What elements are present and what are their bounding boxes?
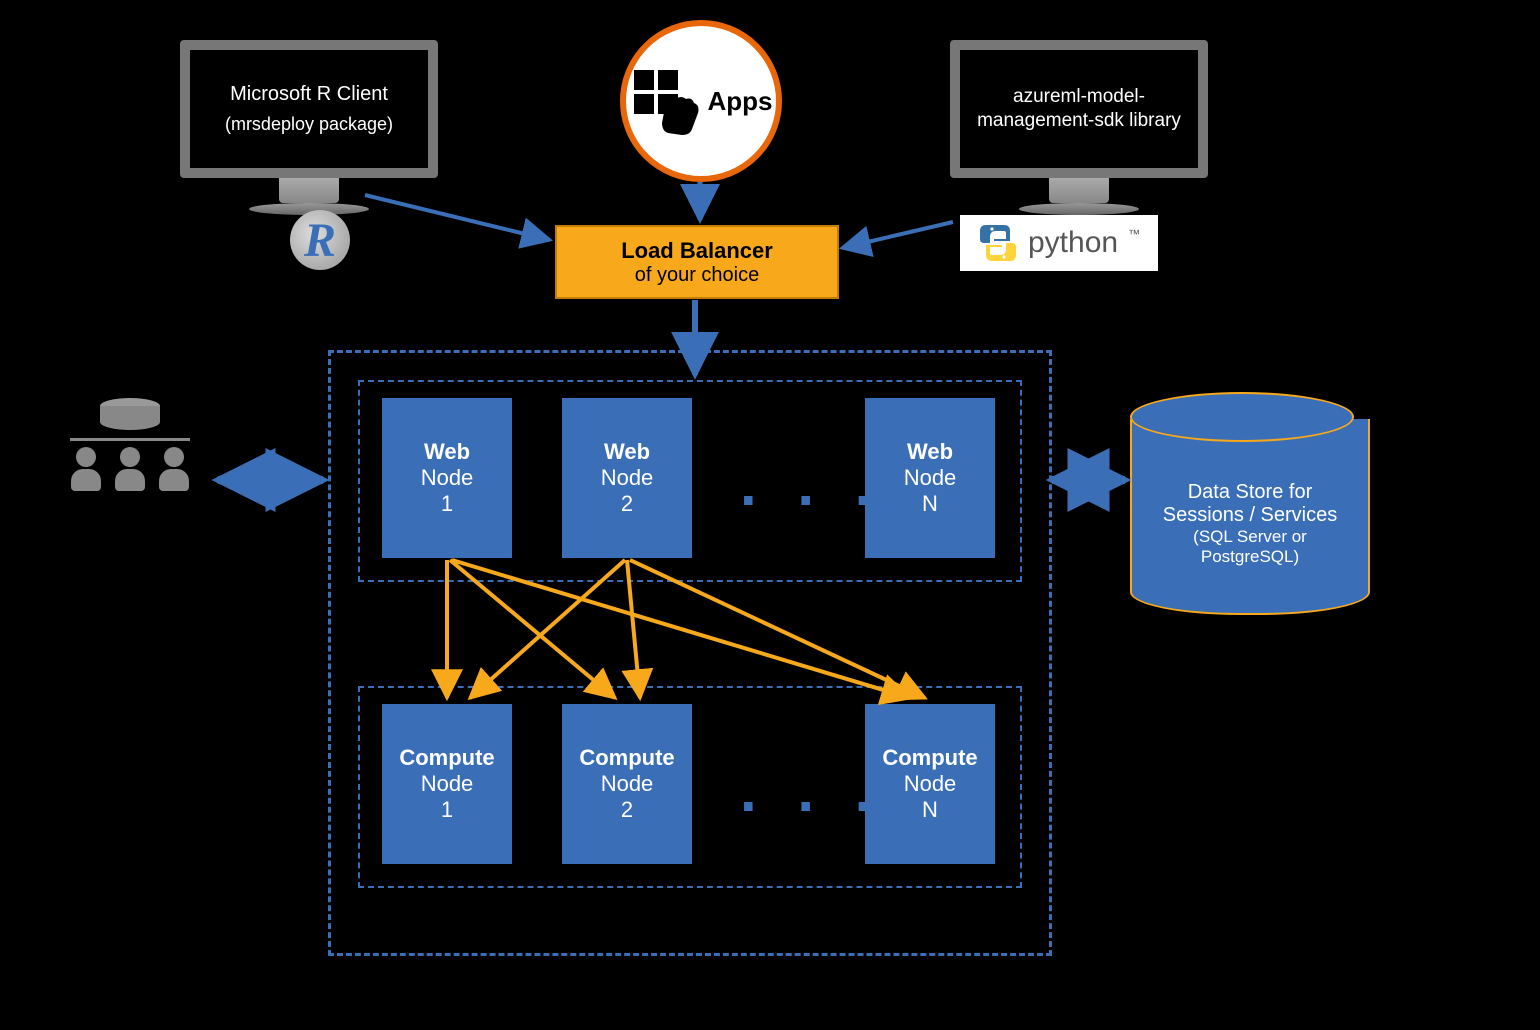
node-title: Web (907, 439, 953, 465)
python-client-monitor: azureml-model-management-sdk library (950, 40, 1208, 215)
apps-circle: Apps (620, 20, 782, 182)
node-line3: 1 (441, 797, 453, 823)
node-line2: Node (904, 465, 957, 491)
web-ellipsis: . . . (740, 450, 883, 519)
node-line3: 2 (621, 797, 633, 823)
node-title: Web (424, 439, 470, 465)
data-store-line3: (SQL Server or (1193, 527, 1307, 547)
node-title: Compute (882, 745, 977, 771)
load-balancer-box: Load Balancer of your choice (555, 225, 839, 299)
node-title: Compute (399, 745, 494, 771)
user-icon (71, 447, 101, 487)
python-logo-text: python (1028, 226, 1118, 260)
web-node-1: Web Node 1 (382, 398, 512, 558)
node-line3: 2 (621, 491, 633, 517)
node-line2: Node (904, 771, 957, 797)
data-store-line1: Data Store for (1188, 481, 1313, 504)
data-store-cylinder: Data Store for Sessions / Services (SQL … (1130, 392, 1350, 615)
user-icon (115, 447, 145, 487)
load-balancer-subtitle: of your choice (635, 264, 760, 287)
monitor-stand-icon (279, 178, 339, 203)
r-client-title: Microsoft R Client (230, 83, 388, 106)
compute-node-n: Compute Node N (865, 704, 995, 864)
data-store-line4: PostgreSQL) (1201, 547, 1299, 567)
node-line3: N (922, 491, 938, 517)
python-logo-icon (978, 223, 1018, 263)
python-client-title: azureml-model-management-sdk library (964, 85, 1194, 133)
node-line2: Node (601, 465, 654, 491)
node-line2: Node (421, 771, 474, 797)
node-title: Web (604, 439, 650, 465)
user-icon (159, 447, 189, 487)
r-logo-icon: R (290, 210, 350, 270)
compute-ellipsis: . . . (740, 756, 883, 825)
load-balancer-title: Load Balancer (621, 238, 773, 264)
node-line3: N (922, 797, 938, 823)
node-line2: Node (421, 465, 474, 491)
python-client-screen: azureml-model-management-sdk library (950, 40, 1208, 178)
monitor-stand-icon (1049, 178, 1109, 203)
node-title: Compute (579, 745, 674, 771)
r-client-monitor: Microsoft R Client (mrsdeploy package) (180, 40, 438, 215)
compute-node-2: Compute Node 2 (562, 704, 692, 864)
monitor-base-icon (1019, 203, 1139, 215)
data-store-line2: Sessions / Services (1163, 504, 1338, 527)
web-node-2: Web Node 2 (562, 398, 692, 558)
node-line2: Node (601, 771, 654, 797)
web-node-n: Web Node N (865, 398, 995, 558)
apps-touch-icon (630, 66, 700, 136)
apps-label: Apps (708, 86, 773, 117)
r-client-screen: Microsoft R Client (mrsdeploy package) (180, 40, 438, 178)
r-logo-text: R (304, 213, 336, 268)
r-client-subtitle: (mrsdeploy package) (225, 114, 393, 135)
compute-node-1: Compute Node 1 (382, 704, 512, 864)
directory-users-icon (70, 398, 190, 487)
python-logo-badge: python ™ (960, 215, 1158, 271)
node-line3: 1 (441, 491, 453, 517)
